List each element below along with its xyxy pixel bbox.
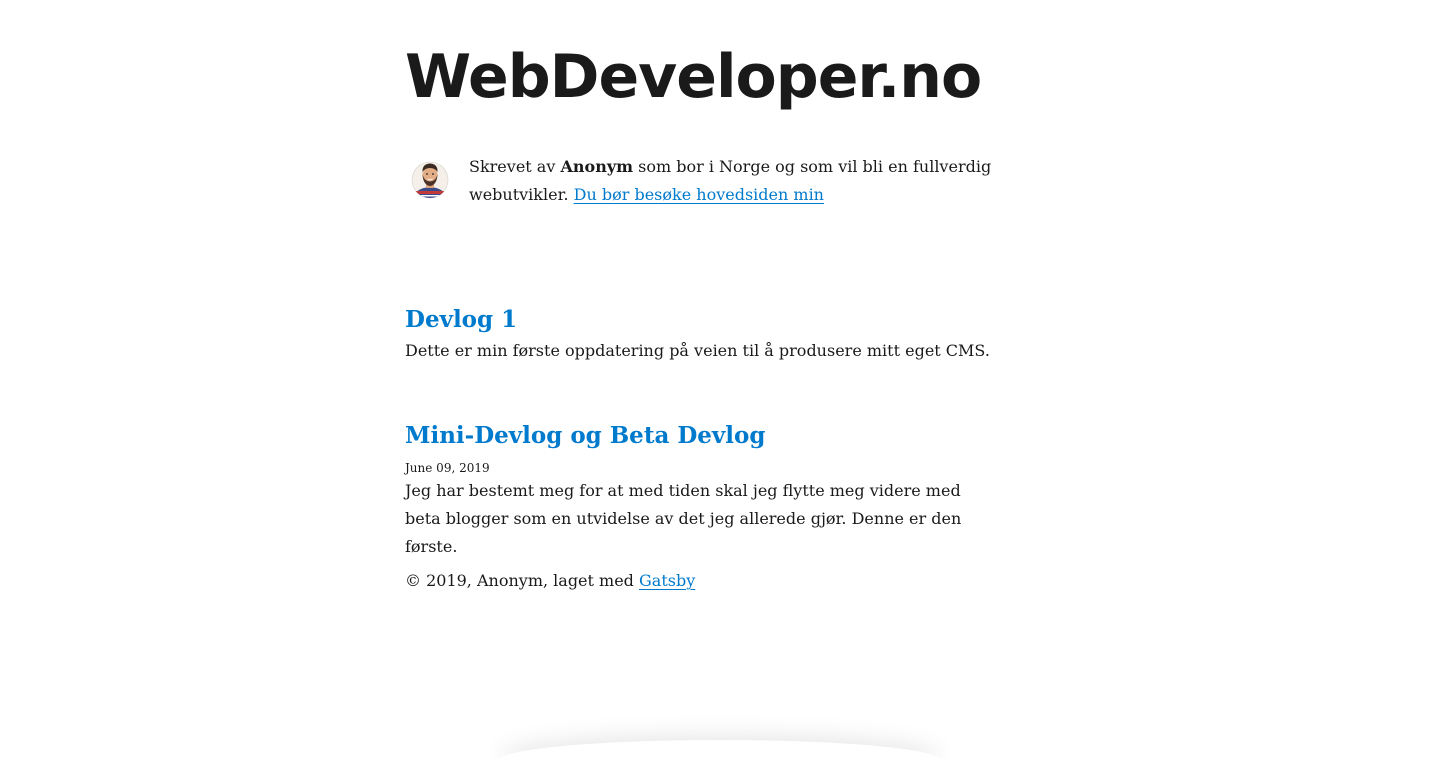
author-bio: Skrevet av Anonym som bor i Norge og som… xyxy=(405,153,1035,209)
post-excerpt: Jeg har bestemt meg for at med tiden ska… xyxy=(405,481,962,556)
post-item: Mini-Devlog og Beta Devlog June 09, 2019… xyxy=(405,419,1035,561)
site-title[interactable]: WebDeveloper.no xyxy=(405,38,982,116)
bio-author: Anonym xyxy=(560,157,634,176)
bottom-shadow xyxy=(500,740,940,759)
gatsby-link[interactable]: Gatsby xyxy=(639,571,695,590)
post-title-link[interactable]: Devlog 1 xyxy=(405,306,517,333)
avatar-icon xyxy=(411,161,449,199)
post-date: June 09, 2019 xyxy=(405,461,490,475)
post-title-link[interactable]: Mini-Devlog og Beta Devlog xyxy=(405,422,765,449)
post-item: Devlog 1 Dette er min første oppdatering… xyxy=(405,303,1035,365)
post-title[interactable]: Devlog 1 xyxy=(405,303,1035,337)
homepage-link[interactable]: Du bør besøke hovedsiden min xyxy=(574,185,824,204)
footer: © 2019, Anonym, laget med Gatsby xyxy=(405,567,695,595)
bio-text: Skrevet av Anonym som bor i Norge og som… xyxy=(469,153,1009,209)
post-excerpt: Dette er min første oppdatering på veien… xyxy=(405,341,990,360)
footer-text: © 2019, Anonym, laget med xyxy=(405,571,640,590)
post-title[interactable]: Mini-Devlog og Beta Devlog xyxy=(405,419,1035,453)
bio-prefix: Skrevet av xyxy=(469,157,561,176)
